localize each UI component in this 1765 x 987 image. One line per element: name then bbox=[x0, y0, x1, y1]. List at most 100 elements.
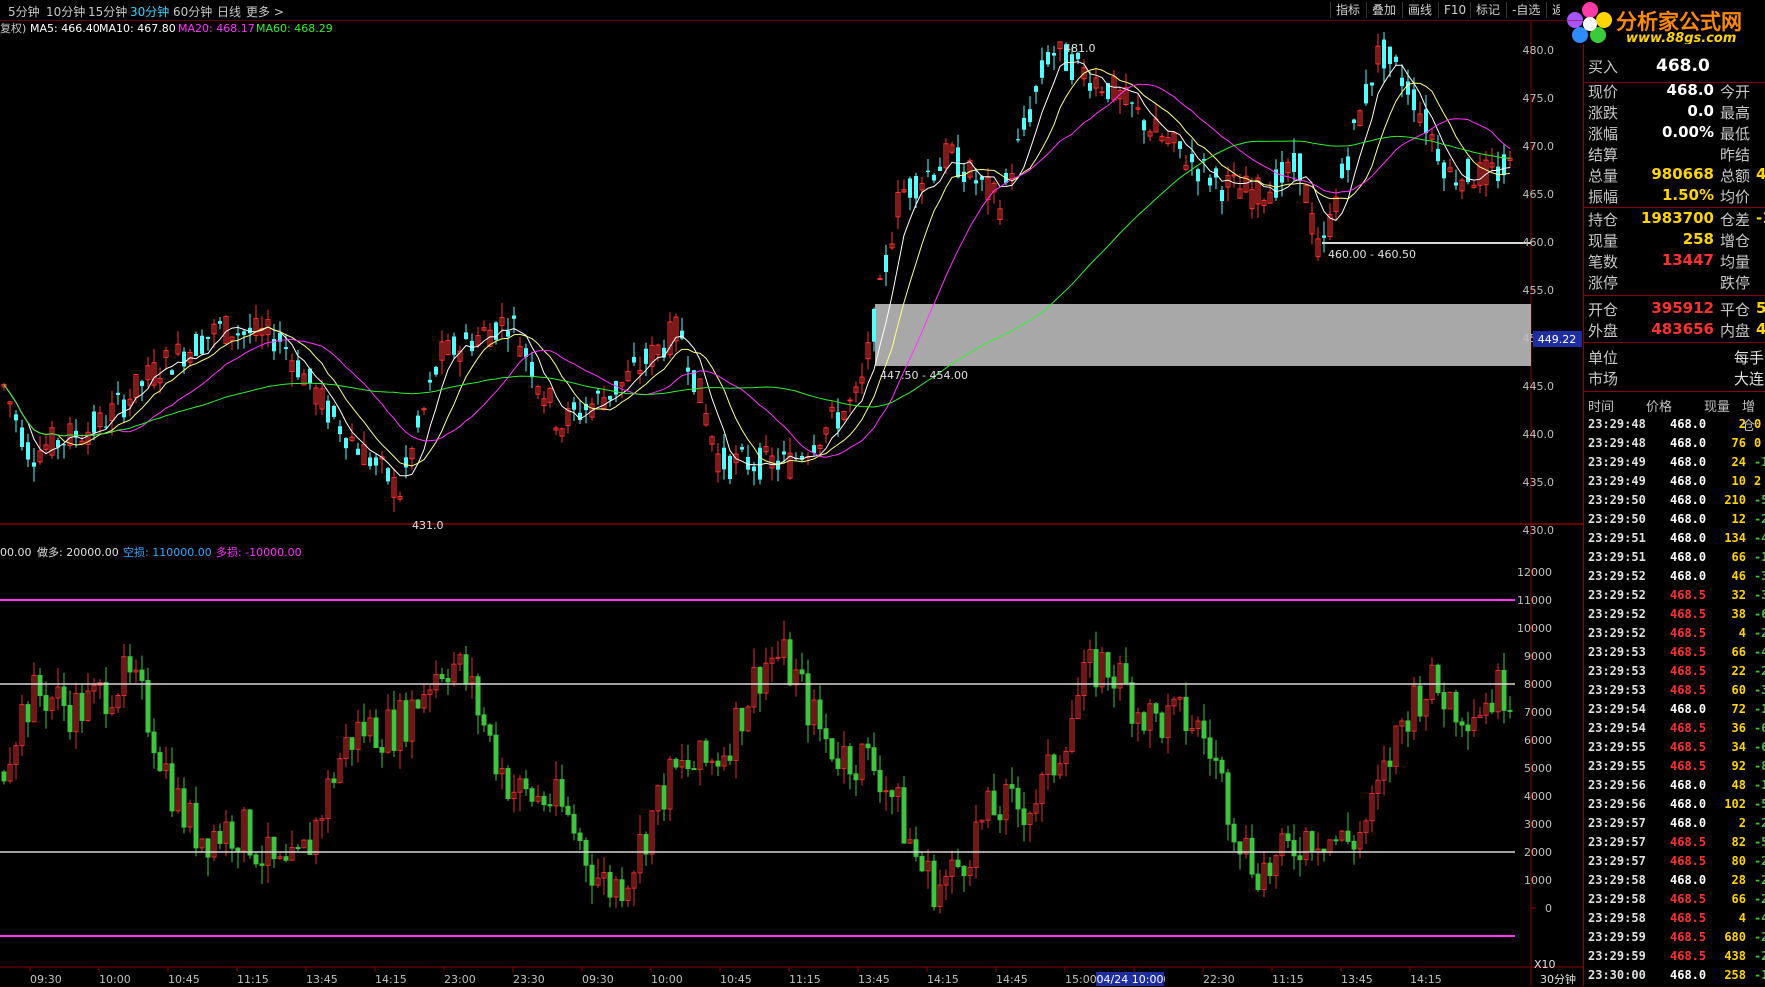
tick-price: 468.5 bbox=[1670, 588, 1707, 602]
watchlist-button[interactable]: -自选 bbox=[1506, 2, 1545, 18]
tick-row[interactable]: 23:29:53 468.5 60 -38 bbox=[1584, 683, 1765, 702]
oscillator-bar bbox=[1435, 664, 1441, 693]
tick-price: 468.5 bbox=[1670, 930, 1707, 944]
tick-row[interactable]: 23:29:53 468.5 22 -22 bbox=[1584, 664, 1765, 683]
indicator-shortloss-label: 空损: 110000.00 bbox=[123, 545, 212, 559]
tick-row[interactable]: 23:29:58 468.5 4 -4 bbox=[1584, 911, 1765, 930]
tick-row[interactable]: 23:29:49 468.0 24 -10 bbox=[1584, 455, 1765, 474]
oscillator-bar bbox=[931, 860, 937, 908]
tick-row[interactable]: 23:29:57 468.0 2 -2 bbox=[1584, 816, 1765, 835]
candle-body bbox=[368, 457, 372, 467]
tick-oi: -22 bbox=[1754, 873, 1765, 887]
tick-row[interactable]: 23:29:56 468.0 48 -14 bbox=[1584, 778, 1765, 797]
quote-label: 结算 bbox=[1588, 146, 1619, 164]
oscillator-bar bbox=[1141, 712, 1147, 731]
tick-time: 23:29:57 bbox=[1588, 816, 1646, 830]
tick-row[interactable]: 23:29:56 468.0 102 -52 bbox=[1584, 797, 1765, 816]
candle-body bbox=[428, 379, 432, 383]
candle-body bbox=[926, 170, 930, 172]
tick-row[interactable]: 23:29:58 468.0 28 -22 bbox=[1584, 873, 1765, 892]
indicator-scale-tag: X10 bbox=[1534, 958, 1556, 971]
quote-value: 483656 bbox=[1651, 320, 1714, 338]
period-10min[interactable]: 10分钟 bbox=[46, 3, 85, 20]
tick-row[interactable]: 23:29:48 468.0 2 0 bbox=[1584, 417, 1765, 436]
overlay-button[interactable]: 叠加 bbox=[1366, 2, 1401, 18]
time-tick: 13:45 bbox=[306, 973, 338, 986]
tick-price: 468.0 bbox=[1670, 702, 1707, 716]
candle-body bbox=[200, 335, 204, 354]
candle-body bbox=[1400, 77, 1404, 87]
tick-price: 468.0 bbox=[1670, 436, 1707, 450]
candle-body bbox=[1280, 162, 1284, 183]
indicator-legend-prefix: 00.00 bbox=[0, 546, 32, 559]
oscillator-bar bbox=[541, 795, 547, 806]
tick-qty: 4 bbox=[1738, 911, 1746, 925]
tick-row[interactable]: 23:29:49 468.0 10 2 bbox=[1584, 474, 1765, 493]
candle-body bbox=[1190, 154, 1194, 163]
period-5min[interactable]: 5分钟 bbox=[8, 3, 40, 20]
period-30min[interactable]: 30分钟 bbox=[130, 3, 169, 20]
oscillator-bar bbox=[1249, 837, 1255, 875]
openclose-row: 外盘 483656 内盘 4 bbox=[1584, 320, 1765, 341]
tick-row[interactable]: 23:29:54 468.0 72 -14 bbox=[1584, 702, 1765, 721]
oscillator-bar bbox=[103, 682, 109, 715]
chart-area[interactable]: 复权) MA5: 466.40 MA10: 467.80 MA20: 468.1… bbox=[0, 20, 1583, 986]
f10-button[interactable]: F10 bbox=[1438, 2, 1471, 18]
period-more[interactable]: 更多 > bbox=[246, 3, 284, 20]
drawline-button[interactable]: 画线 bbox=[1402, 2, 1437, 18]
tick-row[interactable]: 23:29:58 468.5 66 -20 bbox=[1584, 892, 1765, 911]
tick-row[interactable]: 23:29:52 468.5 38 -6 bbox=[1584, 607, 1765, 626]
quote-value: 258 bbox=[1682, 230, 1714, 248]
tick-row[interactable]: 23:29:51 468.0 134 -48 bbox=[1584, 531, 1765, 550]
period-15min[interactable]: 15分钟 bbox=[88, 3, 127, 20]
candle-body bbox=[338, 426, 342, 435]
oscillator-bar bbox=[1441, 691, 1447, 710]
tick-row[interactable]: 23:29:55 468.5 34 -6 bbox=[1584, 740, 1765, 759]
ticks-header-time: 时间 bbox=[1588, 400, 1615, 415]
candle-body bbox=[1022, 117, 1026, 130]
tick-row[interactable]: 23:29:53 468.5 66 -42 bbox=[1584, 645, 1765, 664]
candle-body bbox=[1220, 189, 1224, 202]
oscillator-bar bbox=[79, 692, 85, 721]
oscillator-bar bbox=[661, 785, 667, 810]
tick-row[interactable]: 23:29:48 468.0 76 0 bbox=[1584, 436, 1765, 455]
period-60min[interactable]: 60分钟 bbox=[173, 3, 212, 20]
tick-time: 23:29:58 bbox=[1588, 873, 1646, 887]
time-tick: 14:15 bbox=[927, 973, 959, 986]
tick-row[interactable]: 23:29:51 468.0 66 -18 bbox=[1584, 550, 1765, 569]
tick-row[interactable]: 23:30:00 468.0 258 -14 bbox=[1584, 968, 1765, 987]
tick-row[interactable]: 23:29:57 468.5 80 -22 bbox=[1584, 854, 1765, 873]
tick-qty: 82 bbox=[1731, 835, 1746, 849]
period-daily[interactable]: 日线 bbox=[217, 3, 241, 20]
tick-row[interactable]: 23:29:55 468.5 92 -8 bbox=[1584, 759, 1765, 778]
tick-price: 468.0 bbox=[1670, 797, 1707, 811]
tick-row[interactable]: 23:29:54 468.5 36 -6 bbox=[1584, 721, 1765, 740]
tick-row[interactable]: 23:29:52 468.5 4 -2 bbox=[1584, 626, 1765, 645]
oscillator-bar bbox=[139, 669, 145, 681]
tick-row[interactable]: 23:29:59 468.5 438 -264 bbox=[1584, 949, 1765, 968]
tick-price: 468.5 bbox=[1670, 892, 1707, 906]
tick-oi: -42 bbox=[1754, 645, 1765, 659]
tick-row[interactable]: 23:29:57 468.5 82 -56 bbox=[1584, 835, 1765, 854]
candle-body bbox=[932, 174, 936, 181]
oscillator-bar bbox=[577, 832, 583, 841]
tick-row[interactable]: 23:29:50 468.0 12 -2 bbox=[1584, 512, 1765, 531]
oscillator-bar bbox=[901, 787, 907, 844]
buy-label: 买入 bbox=[1588, 58, 1619, 76]
quote-label: 涨幅 bbox=[1588, 125, 1619, 143]
tick-row[interactable]: 23:29:52 468.0 46 -34 bbox=[1584, 569, 1765, 588]
mark-button[interactable]: 标记 bbox=[1470, 2, 1505, 18]
candle-body bbox=[1406, 81, 1410, 95]
oscillator-bar bbox=[61, 686, 67, 706]
tick-time: 23:29:57 bbox=[1588, 854, 1646, 868]
tick-row[interactable]: 23:29:50 468.0 210 -50 bbox=[1584, 493, 1765, 512]
oscillator-bar bbox=[25, 704, 31, 723]
quote-label-2: 最高 bbox=[1720, 104, 1751, 122]
buy-row: 买入 468.0 bbox=[1584, 56, 1765, 80]
indicator-button[interactable]: 指标 bbox=[1330, 2, 1365, 18]
ind-tick-1000: 1000 bbox=[1524, 874, 1552, 887]
oscillator-bar bbox=[67, 704, 73, 733]
tick-row[interactable]: 23:29:59 468.5 680 -20 bbox=[1584, 930, 1765, 949]
tick-row[interactable]: 23:29:52 468.5 32 -30 bbox=[1584, 588, 1765, 607]
candle-body bbox=[1442, 162, 1446, 179]
